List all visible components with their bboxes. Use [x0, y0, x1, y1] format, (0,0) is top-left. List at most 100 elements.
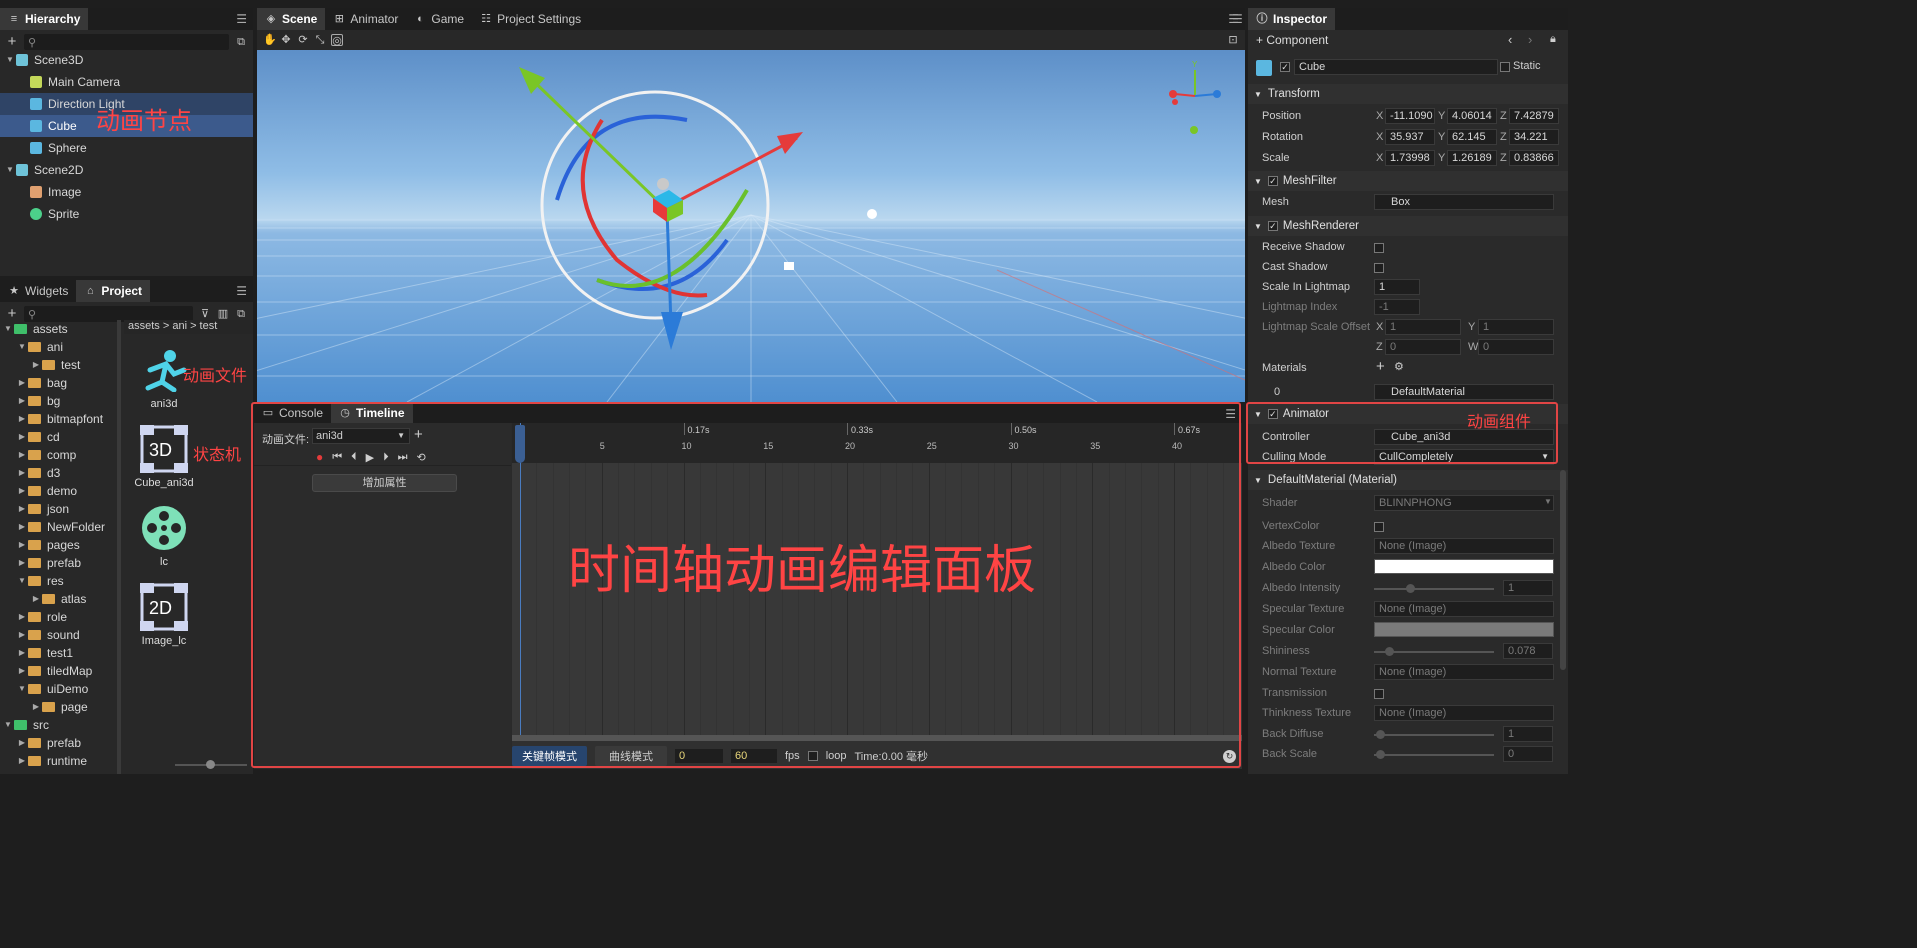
project-tree-item[interactable]: ▼ uiDemo	[0, 680, 118, 698]
meshrenderer-header[interactable]: ▼ ✓ MeshRenderer	[1248, 216, 1568, 236]
scale-x-field[interactable]: 1.73998	[1385, 150, 1435, 166]
static-checkbox[interactable]	[1500, 62, 1510, 72]
chevron-right-icon[interactable]: ▶	[16, 626, 28, 644]
file-item[interactable]: 3D Cube_ani3d	[124, 421, 204, 500]
albedo-intensity-slider[interactable]	[1374, 588, 1494, 590]
active-checkbox[interactable]: ✓	[1280, 62, 1290, 72]
plus-icon[interactable]: +	[6, 306, 18, 321]
expand-arrow-icon[interactable]: ▼	[4, 49, 16, 71]
albedo-color-swatch[interactable]	[1374, 559, 1554, 574]
tab-widgets[interactable]: ★ Widgets	[0, 280, 76, 302]
tab-project[interactable]: ⌂ Project	[76, 280, 151, 302]
scale-in-lightmap-field[interactable]: 1	[1374, 279, 1420, 295]
project-tree-item[interactable]: ▶ json	[0, 500, 118, 518]
offset-x-field[interactable]: 1	[1385, 319, 1461, 335]
copy-icon[interactable]: ⧉	[235, 308, 247, 320]
chevron-down-icon[interactable]: ▼	[2, 320, 14, 338]
project-tree-item[interactable]: ▼ src	[0, 716, 118, 734]
project-tree-item[interactable]: ▶ tiledMap	[0, 662, 118, 680]
receive-shadow-checkbox[interactable]	[1374, 243, 1384, 253]
project-tree-item[interactable]: ▶ prefab	[0, 734, 118, 752]
menu-icon[interactable]: ☰	[1232, 12, 1243, 26]
scale-z-field[interactable]: 0.83866	[1509, 150, 1559, 166]
chevron-down-icon[interactable]: ▼	[16, 572, 28, 590]
lock-icon[interactable]: 🔒︎	[1550, 33, 1556, 46]
project-tree-item[interactable]: ▶ bg	[0, 392, 118, 410]
chevron-right-icon[interactable]: ▶	[16, 752, 28, 770]
specular-texture-field[interactable]: None (Image)	[1374, 601, 1554, 617]
add-material-icon[interactable]: +	[1376, 358, 1385, 375]
project-tree-item[interactable]: ▶ bag	[0, 374, 118, 392]
chevron-right-icon[interactable]: ▶	[16, 464, 28, 482]
meshfilter-checkbox[interactable]: ✓	[1267, 176, 1278, 186]
back-diffuse-slider[interactable]	[1374, 734, 1494, 736]
project-tree-item[interactable]: ▶ page	[0, 698, 118, 716]
move-icon[interactable]: ✥	[280, 34, 292, 46]
menu-icon[interactable]: ☰	[236, 284, 247, 298]
project-tree-item[interactable]: ▶ sound	[0, 626, 118, 644]
chevron-right-icon[interactable]: ▶	[16, 644, 28, 662]
expand-arrow-icon[interactable]: ▼	[4, 159, 16, 181]
tab-animator[interactable]: ⊞ Animator	[325, 8, 406, 30]
chevron-right-icon[interactable]: ▶	[16, 374, 28, 392]
project-tree-item[interactable]: ▶ test1	[0, 644, 118, 662]
chevron-right-icon[interactable]: ▶	[30, 356, 42, 374]
rotate-icon[interactable]: ⟳	[297, 34, 309, 46]
project-tree-item[interactable]: ▶ comp	[0, 446, 118, 464]
tab-scene[interactable]: ◈ Scene	[257, 8, 326, 30]
file-item[interactable]: 2D Image_lc	[124, 579, 204, 658]
chevron-right-icon[interactable]: ▶	[16, 482, 28, 500]
chevron-down-icon[interactable]: ▼	[16, 680, 28, 698]
file-item[interactable]: lc	[124, 500, 204, 579]
chevron-right-icon[interactable]: ▶	[16, 536, 28, 554]
project-tree-item[interactable]: ▶ role	[0, 608, 118, 626]
chevron-right-icon[interactable]: ▶	[16, 518, 28, 536]
back-diffuse-field[interactable]: 1	[1503, 726, 1553, 742]
vertex-color-checkbox[interactable]	[1374, 522, 1384, 532]
lightmap-index-field[interactable]: -1	[1374, 299, 1420, 315]
position-y-field[interactable]: 4.06014	[1447, 108, 1497, 124]
camera-settings-icon[interactable]: ⊡	[1227, 34, 1239, 46]
rotation-y-field[interactable]: 62.145	[1447, 129, 1497, 145]
albedo-texture-field[interactable]: None (Image)	[1374, 538, 1554, 554]
tab-game[interactable]: ◐ Game	[406, 8, 472, 30]
menu-icon[interactable]: ☰	[236, 12, 247, 26]
project-tree-item[interactable]: ▶ test	[0, 356, 118, 374]
offset-z-field[interactable]: 0	[1385, 339, 1461, 355]
hierarchy-item[interactable]: Main Camera	[0, 71, 253, 93]
mesh-field[interactable]: Box	[1374, 194, 1554, 210]
hierarchy-item[interactable]: Sphere	[0, 137, 253, 159]
project-tree-item[interactable]: ▶ prefab	[0, 554, 118, 572]
hierarchy-item[interactable]: Sprite	[0, 203, 253, 225]
project-tree-item[interactable]: ▶ d3	[0, 464, 118, 482]
material-field[interactable]: DefaultMaterial	[1374, 384, 1554, 400]
columns-icon[interactable]: ▥	[217, 308, 229, 320]
rect-icon[interactable]: ◎	[331, 34, 343, 47]
z-axis-handle[interactable]	[665, 209, 673, 326]
scale-y-field[interactable]: 1.26189	[1447, 150, 1497, 166]
forward-icon[interactable]: ›	[1528, 32, 1532, 47]
back-scale-field[interactable]: 0	[1503, 746, 1553, 762]
cast-shadow-checkbox[interactable]	[1374, 263, 1384, 273]
slider-handle[interactable]	[1385, 647, 1394, 656]
shader-label-field[interactable]: BLINNPHONG	[1374, 495, 1554, 511]
project-tree-item[interactable]: ▶ cd	[0, 428, 118, 446]
transform-header[interactable]: ▼ Transform	[1248, 84, 1568, 104]
albedo-intensity-field[interactable]: 1	[1503, 580, 1553, 596]
plus-icon[interactable]: +	[6, 34, 18, 49]
rotation-z-field[interactable]: 34.221	[1509, 129, 1559, 145]
chevron-right-icon[interactable]: ▶	[16, 734, 28, 752]
project-tree-item[interactable]: ▼ ani	[0, 338, 118, 356]
slider-handle[interactable]	[1406, 584, 1415, 593]
rotation-x-field[interactable]: 35.937	[1385, 129, 1435, 145]
shininess-field[interactable]: 0.078	[1503, 643, 1553, 659]
project-tree-item[interactable]: ▶ pages	[0, 536, 118, 554]
chevron-down-icon[interactable]: ▼	[2, 716, 14, 734]
project-tree-item[interactable]: ▼ res	[0, 572, 118, 590]
position-x-field[interactable]: -11.1090	[1385, 108, 1435, 124]
object-name-field[interactable]: Cube	[1294, 59, 1498, 75]
x-axis-handle[interactable]	[664, 136, 798, 210]
offset-y-field[interactable]: 1	[1478, 319, 1554, 335]
specular-color-swatch[interactable]	[1374, 622, 1554, 637]
chevron-right-icon[interactable]: ▶	[30, 698, 42, 716]
